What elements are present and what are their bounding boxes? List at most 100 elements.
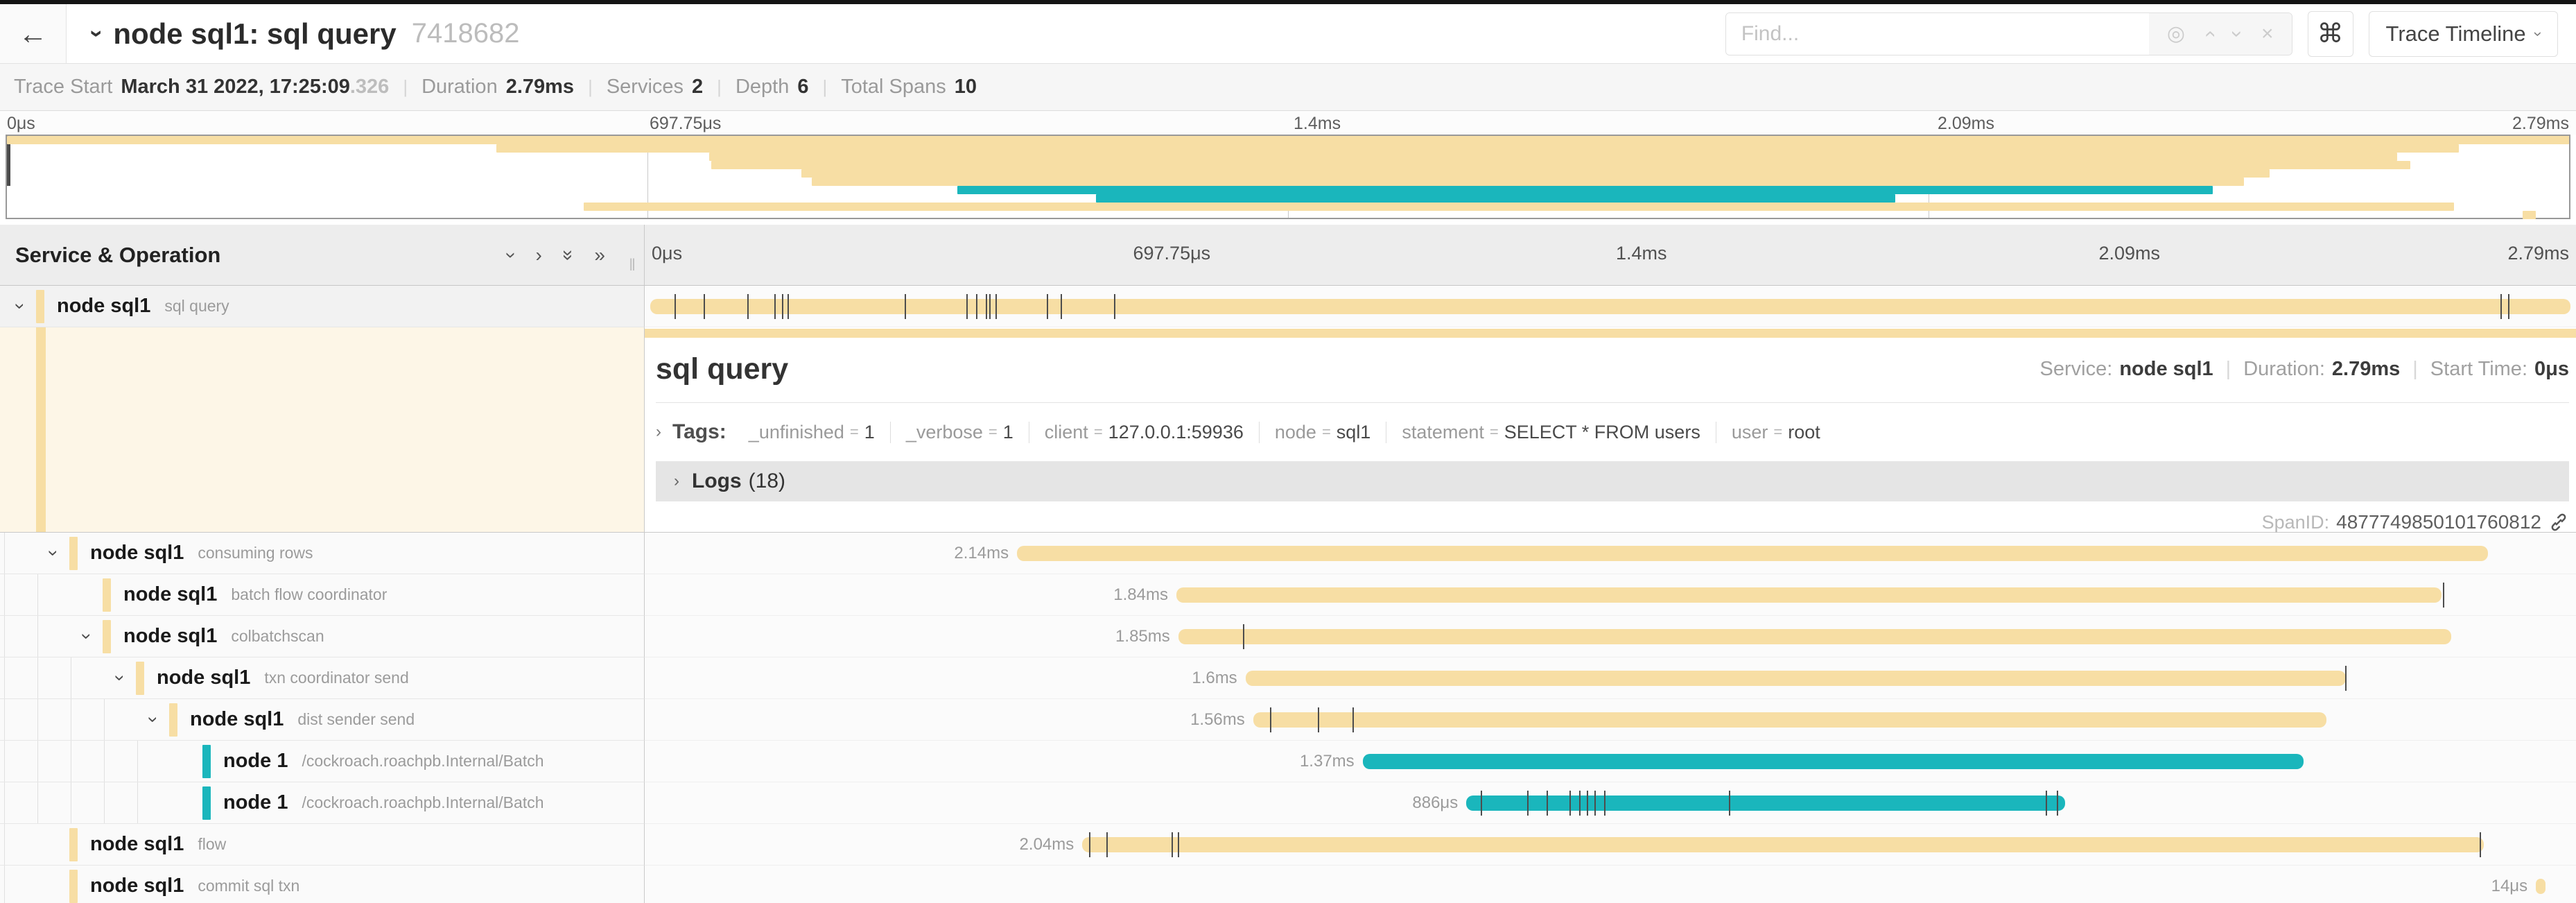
logs-section[interactable]: › Logs (18)	[656, 461, 2569, 501]
span-bar[interactable]	[1017, 546, 2488, 561]
log-tick	[675, 294, 676, 319]
tag-value: sql1	[1337, 422, 1371, 443]
span-bar-cell[interactable]: 1.85ms	[645, 616, 2576, 657]
tag-value: 127.0.0.1:59936	[1108, 422, 1244, 443]
expand-one-icon[interactable]: ›	[536, 244, 542, 266]
indent-guide	[71, 782, 104, 823]
collapse-trace-chevron-icon[interactable]: ›	[83, 30, 110, 37]
operation-name: dist sender send	[297, 710, 415, 729]
span-bar[interactable]	[1253, 712, 2326, 728]
span-bar-cell[interactable]	[645, 286, 2576, 327]
span-bar[interactable]	[1466, 796, 2065, 811]
log-tick	[1594, 791, 1596, 816]
tags-row[interactable]: › Tags: _unfinished=1_verbose=1client=12…	[656, 413, 2569, 452]
log-tick	[1270, 707, 1271, 732]
span-tree-item[interactable]: ›node sql1sql query	[0, 286, 645, 327]
span-bar[interactable]	[650, 299, 2570, 314]
tags-expand-chevron-icon[interactable]: ›	[656, 422, 661, 442]
tag-pill[interactable]: _unfinished=1	[733, 422, 890, 443]
minimap-span	[496, 144, 2459, 153]
trace-meta-value: 6	[797, 76, 808, 98]
indent-guide	[71, 741, 104, 782]
log-tick	[704, 294, 705, 319]
keyboard-shortcuts-button[interactable]: ⌘	[2308, 11, 2353, 57]
trace-title: node sql1: sql query	[113, 17, 396, 51]
expand-chevron-icon[interactable]: ›	[76, 621, 98, 653]
logs-count: (18)	[749, 470, 785, 493]
log-tick	[774, 294, 776, 319]
span-bar[interactable]	[1178, 629, 2452, 644]
span-bar-cell[interactable]: 1.6ms	[645, 657, 2576, 699]
span-bar[interactable]	[1082, 837, 2484, 852]
span-row: ›node sql1txn coordinator send1.6ms	[0, 657, 2576, 699]
expand-chevron-icon[interactable]: ›	[110, 662, 131, 694]
expand-chevron-icon[interactable]: ›	[43, 538, 64, 569]
operation-name: colbatchscan	[231, 627, 324, 646]
view-selector-label: Trace Timeline	[2386, 22, 2526, 46]
expand-chevron-icon[interactable]: ›	[143, 704, 164, 736]
expand-chevron-icon[interactable]: ›	[10, 291, 31, 322]
span-bar-cell[interactable]: 14μs	[645, 866, 2576, 903]
find-clear-icon[interactable]: ×	[2261, 22, 2274, 46]
span-tree-item[interactable]: node sql1batch flow coordinator	[0, 574, 645, 616]
service-accent	[69, 537, 78, 570]
span-duration-label: 886μs	[1412, 793, 1458, 813]
span-bar[interactable]	[1246, 671, 2346, 686]
log-tick	[782, 294, 783, 319]
log-tick	[2443, 583, 2444, 608]
find-prev-icon[interactable]: ›	[2198, 31, 2221, 37]
tag-pill[interactable]: client=127.0.0.1:59936	[1029, 422, 1259, 443]
tag-equals: =	[1773, 423, 1782, 441]
trace-minimap[interactable]	[6, 135, 2570, 219]
indent-guide	[37, 574, 71, 615]
tag-pill[interactable]: user=root	[1716, 422, 1836, 443]
tag-pill[interactable]: _verbose=1	[890, 422, 1029, 443]
logs-expand-chevron-icon[interactable]: ›	[674, 472, 679, 491]
minimap-span	[801, 169, 2270, 178]
span-tree-item[interactable]: node 1/cockroach.roachpb.Internal/Batch	[0, 741, 645, 782]
span-tree-item[interactable]: ›node sql1dist sender send	[0, 699, 645, 741]
span-row: node sql1batch flow coordinator1.84ms	[0, 574, 2576, 616]
span-tree-item[interactable]: node sql1commit sql txn	[0, 866, 645, 903]
copy-link-icon[interactable]	[2548, 512, 2569, 533]
span-tree-item[interactable]: node 1/cockroach.roachpb.Internal/Batch	[0, 782, 645, 824]
tag-pill[interactable]: node=sql1	[1259, 422, 1386, 443]
trace-meta-item: Services2	[607, 76, 703, 98]
collapse-all-icon[interactable]: »	[557, 250, 580, 261]
span-bar-cell[interactable]: 2.04ms	[645, 824, 2576, 866]
trace-meta-value: March 31 2022, 17:25:09	[121, 76, 350, 98]
span-bar-cell[interactable]: 1.37ms	[645, 741, 2576, 782]
span-bar-cell[interactable]: 886μs	[645, 782, 2576, 824]
find-next-icon[interactable]: ›	[2225, 31, 2249, 37]
span-row: node sql1flow2.04ms	[0, 824, 2576, 866]
span-bar-cell[interactable]: 2.14ms	[645, 533, 2576, 574]
separator: |	[403, 76, 408, 98]
tag-equals: =	[1322, 423, 1331, 441]
span-bar-cell[interactable]: 1.84ms	[645, 574, 2576, 616]
tag-pill[interactable]: statement=SELECT * FROM users	[1386, 422, 1716, 443]
expand-all-icon[interactable]: »	[594, 244, 605, 266]
command-icon: ⌘	[2317, 18, 2344, 49]
span-bar-cell[interactable]: 1.56ms	[645, 699, 2576, 741]
span-row: ›node sql1colbatchscan1.85ms	[0, 616, 2576, 657]
back-button[interactable]: ←	[0, 4, 67, 63]
log-tick	[1604, 791, 1605, 816]
operation-name: sql query	[164, 297, 229, 316]
log-tick	[1481, 791, 1482, 816]
span-tree-item[interactable]: ›node sql1consuming rows	[0, 533, 645, 574]
locate-icon[interactable]: ◎	[2167, 22, 2185, 46]
collapse-one-icon[interactable]: ›	[501, 252, 523, 258]
span-bar[interactable]	[1363, 754, 2304, 769]
find-input[interactable]	[1726, 13, 2149, 55]
panel-resize-grip[interactable]: ‖	[629, 256, 637, 275]
span-tree-item[interactable]: node sql1flow	[0, 824, 645, 866]
view-selector-button[interactable]: Trace Timeline ›	[2369, 11, 2558, 57]
span-bar[interactable]	[2536, 879, 2545, 894]
span-tree-item[interactable]: ›node sql1colbatchscan	[0, 616, 645, 657]
service-operation-title: Service & Operation	[15, 243, 508, 268]
span-bar[interactable]	[1176, 587, 2442, 603]
tag-equals: =	[989, 423, 998, 441]
operation-name: commit sql txn	[198, 877, 299, 895]
span-tree-item[interactable]: ›node sql1txn coordinator send	[0, 657, 645, 699]
minimap-span	[1096, 194, 1895, 203]
